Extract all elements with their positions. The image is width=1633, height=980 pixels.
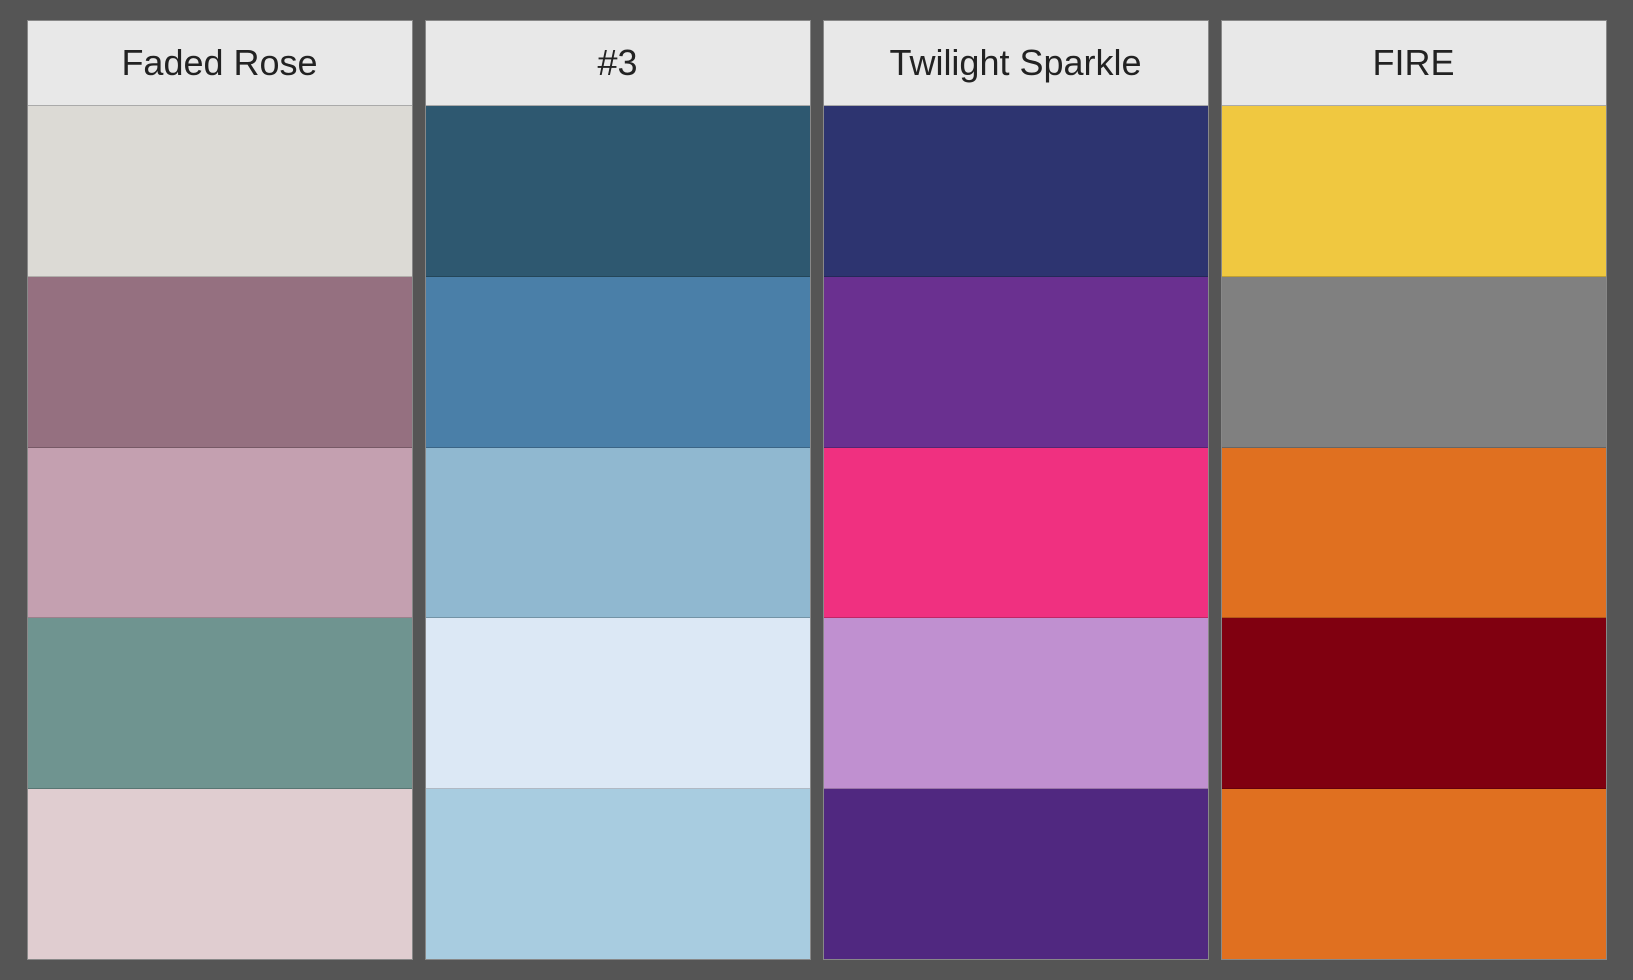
- swatch-fr-2: [28, 277, 412, 448]
- swatch-fr-1: [28, 106, 412, 277]
- swatch-fr-4: [28, 618, 412, 789]
- palette-faded-rose-title: Faded Rose: [28, 21, 412, 106]
- swatch-ts-1: [824, 106, 1208, 277]
- swatch-n3-4: [426, 618, 810, 789]
- swatch-n3-2: [426, 277, 810, 448]
- swatch-fire-1: [1222, 106, 1606, 277]
- palette-number-3: #3: [425, 20, 811, 960]
- swatch-n3-3: [426, 448, 810, 619]
- swatch-fire-2: [1222, 277, 1606, 448]
- swatch-fr-3: [28, 448, 412, 619]
- palette-number-3-title: #3: [426, 21, 810, 106]
- swatch-ts-2: [824, 277, 1208, 448]
- palette-twilight-sparkle: Twilight Sparkle: [823, 20, 1209, 960]
- palette-twilight-sparkle-title: Twilight Sparkle: [824, 21, 1208, 106]
- palette-faded-rose: Faded Rose: [27, 20, 413, 960]
- swatch-ts-5: [824, 789, 1208, 959]
- swatch-fr-5: [28, 789, 412, 959]
- palettes-container: Faded Rose #3 Twilight Sparkle FIRE: [27, 20, 1607, 960]
- swatch-fire-5: [1222, 789, 1606, 959]
- swatch-ts-3: [824, 448, 1208, 619]
- swatch-n3-1: [426, 106, 810, 277]
- swatch-fire-3: [1222, 448, 1606, 619]
- palette-fire-title: FIRE: [1222, 21, 1606, 106]
- palette-fire: FIRE: [1221, 20, 1607, 960]
- swatch-fire-4: [1222, 618, 1606, 789]
- swatch-n3-5: [426, 789, 810, 959]
- swatch-ts-4: [824, 618, 1208, 789]
